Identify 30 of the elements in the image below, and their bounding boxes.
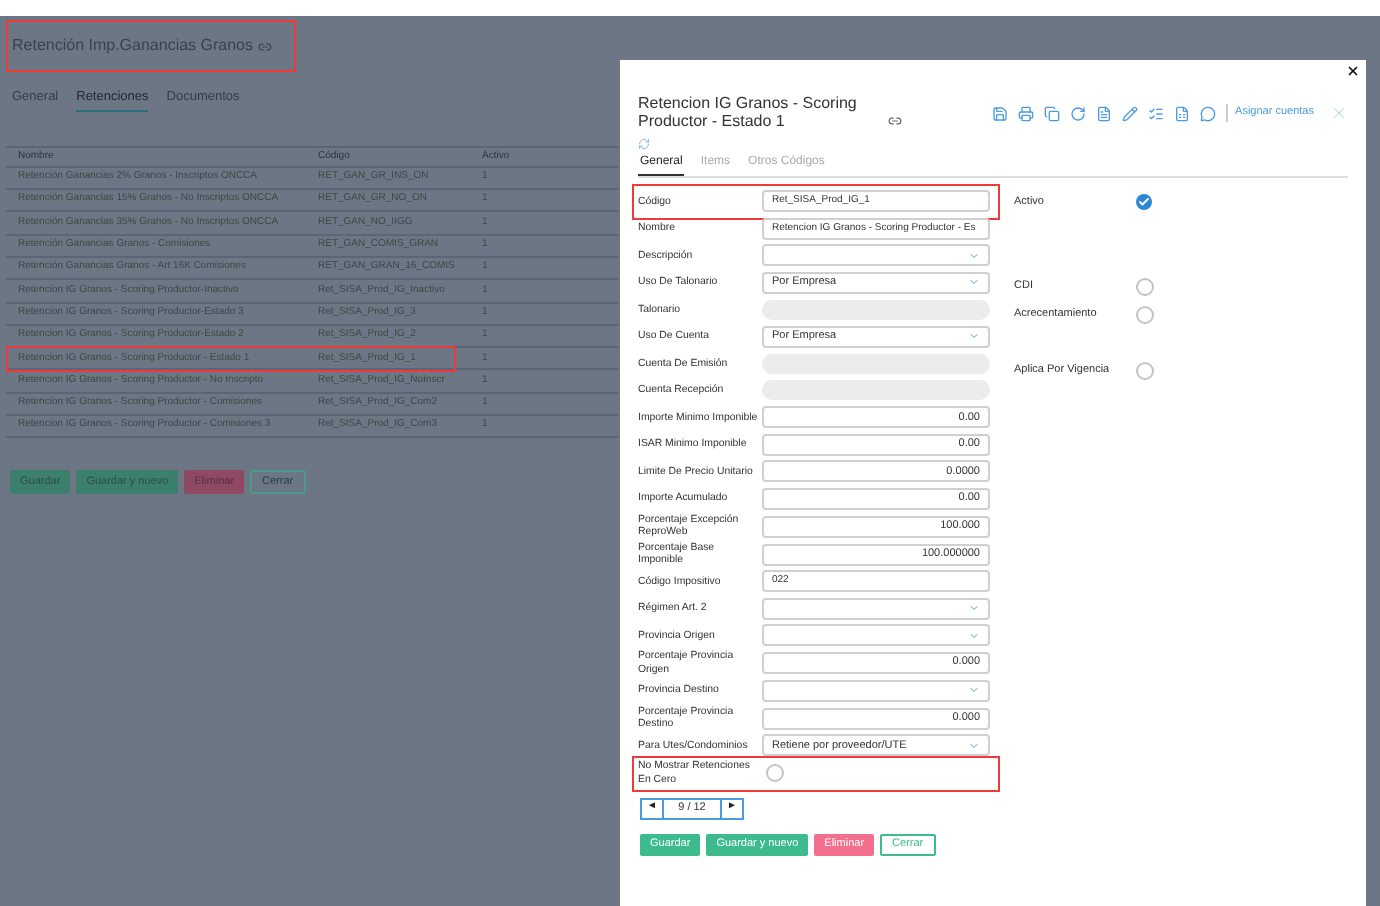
copy-icon[interactable]	[1043, 105, 1060, 121]
document-icon[interactable]	[1095, 105, 1112, 121]
checklist-icon[interactable]	[1147, 105, 1164, 121]
save-icon[interactable]	[991, 105, 1008, 121]
chevron-icon	[968, 602, 980, 615]
chevron-icon	[968, 684, 980, 697]
modal-title: Retencion IG Granos - Scoring Productor - Estado 1	[638, 94, 859, 130]
chevron-icon	[968, 276, 980, 289]
spreadsheet-icon[interactable]	[1173, 105, 1190, 121]
chevron-icon	[968, 330, 980, 343]
chevron-icon	[968, 739, 980, 752]
chevron-icon	[968, 249, 980, 262]
radio-button[interactable]	[1136, 277, 1154, 295]
pencil-icon[interactable]	[1121, 105, 1138, 121]
link-icon	[888, 114, 902, 128]
radio-button[interactable]	[1136, 361, 1154, 379]
rotate-icon[interactable]	[1069, 105, 1086, 121]
select-field[interactable]	[762, 244, 990, 267]
refresh-icon[interactable]	[638, 138, 650, 150]
radio-button[interactable]	[1136, 305, 1154, 323]
link-icon	[257, 39, 272, 53]
printer-icon[interactable]	[1017, 105, 1034, 121]
close-icon[interactable]	[1346, 64, 1360, 78]
radio-button[interactable]	[766, 764, 784, 782]
chat-icon[interactable]	[1199, 105, 1216, 121]
select-field[interactable]	[762, 624, 990, 647]
select-field[interactable]	[762, 597, 990, 620]
checkbox[interactable]	[1136, 194, 1152, 210]
chevron-icon	[968, 629, 980, 642]
select-field[interactable]	[762, 679, 990, 702]
